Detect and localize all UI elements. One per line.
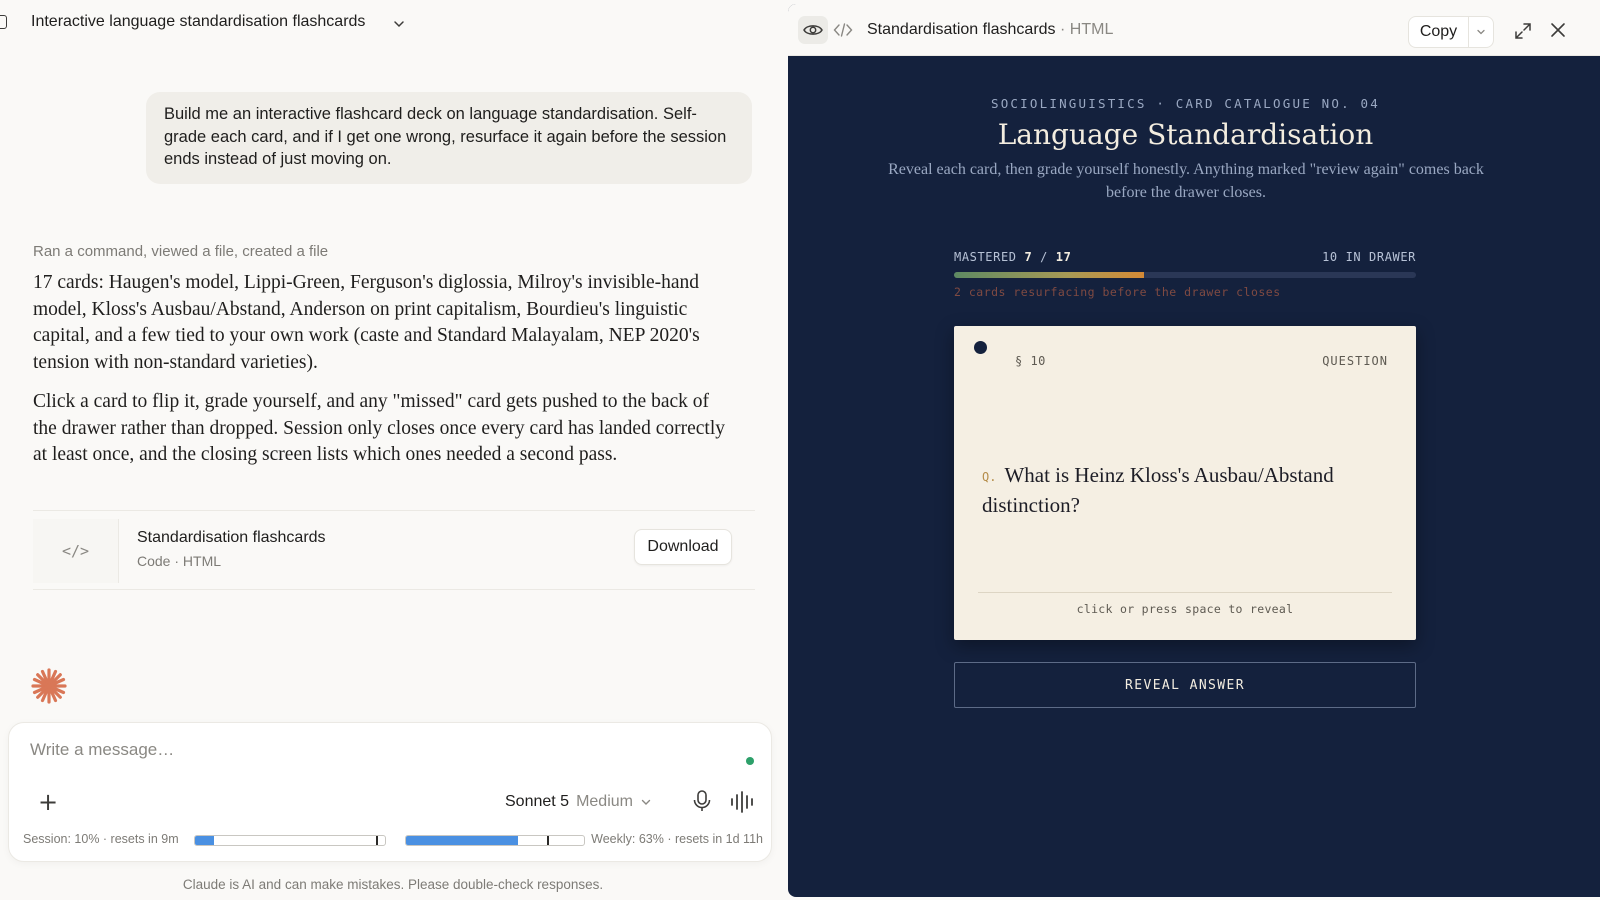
question-text: What is Heinz Kloss's Ausbau/Abstand dis… — [982, 463, 1334, 517]
card-section-number: § 10 — [1015, 354, 1046, 368]
total-cards: 17 — [1055, 250, 1072, 264]
deck-eyebrow: SOCIOLINGUISTICS · CARD CATALOGUE NO. 04 — [990, 96, 1381, 111]
resurfacing-note: 2 cards resurfacing before the drawer cl… — [954, 285, 1281, 299]
status-dot — [746, 757, 754, 765]
user-message: Build me an interactive flashcard deck o… — [146, 92, 752, 184]
assistant-message: 17 cards: Haugen's model, Lippi-Green, F… — [33, 270, 733, 481]
mastered-count: MASTERED 7 / 17 — [954, 250, 1071, 264]
copy-button[interactable]: Copy — [1408, 16, 1468, 48]
disclaimer: Claude is AI and can make mistakes. Plea… — [182, 877, 604, 892]
copy-options-button[interactable] — [1468, 16, 1494, 48]
chat-pane: Interactive language standardisation fla… — [0, 0, 786, 900]
message-input[interactable] — [30, 737, 710, 763]
assistant-paragraph: Click a card to flip it, grade yourself,… — [33, 390, 725, 466]
drawer-count: 10 IN DRAWER — [1322, 250, 1416, 264]
session-usage-bar — [194, 835, 386, 846]
artifact-panel-type: · HTML — [1060, 21, 1114, 38]
weekly-usage-label: Weekly: 63% · resets in 1d 11h — [591, 832, 763, 846]
artifact-toolbar: Standardisation flashcards · HTML Copy — [788, 4, 1600, 56]
activity-summary[interactable]: Ran a command, viewed a file, created a … — [33, 243, 328, 260]
session-reset-marker — [375, 836, 378, 845]
download-button[interactable]: Download — [634, 529, 732, 565]
flashcard[interactable]: § 10 QUESTION Q. What is Heinz Kloss's Au… — [954, 326, 1416, 640]
claude-logo-icon — [31, 668, 67, 704]
progress-fill — [954, 272, 1145, 278]
artifact-thumbnail[interactable]: </> — [33, 519, 119, 583]
card-question: Q. What is Heinz Kloss's Ausbau/Abstand d… — [982, 460, 1388, 520]
artifact-panel-name: Standardisation flashcards — [867, 21, 1056, 38]
progress-header: MASTERED 7 / 17 10 IN DRAWER — [954, 250, 1416, 266]
card-punch-hole — [974, 341, 987, 354]
model-name: Sonnet 5 — [505, 793, 570, 810]
conversation-title[interactable]: Interactive language standardisation fla… — [31, 13, 365, 31]
chevron-down-icon — [1477, 29, 1485, 35]
session-usage-fill — [195, 836, 214, 845]
session-usage-label: Session: 10% · resets in 9m — [23, 832, 179, 846]
card-side-label: QUESTION — [1322, 354, 1388, 368]
deck-title: Language Standardisation — [997, 118, 1374, 151]
eye-icon[interactable] — [798, 16, 828, 44]
composer: + Sonnet 5 Medium Session: 10% · resets … — [8, 722, 772, 862]
sidebar-toggle-icon[interactable] — [0, 15, 7, 29]
weekly-usage-fill — [406, 836, 519, 845]
chevron-down-icon[interactable] — [392, 17, 406, 31]
card-hint: click or press space to reveal — [1076, 602, 1294, 616]
expand-icon[interactable] — [1514, 22, 1532, 40]
weekly-reset-marker — [546, 836, 549, 845]
question-marker: Q. — [982, 470, 997, 484]
artifact-name[interactable]: Standardisation flashcards — [137, 529, 326, 547]
model-selector[interactable]: Sonnet 5 Medium — [505, 789, 652, 815]
artifact-pane: Standardisation flashcards · HTML Copy S… — [788, 4, 1600, 897]
flashcard-app: SOCIOLINGUISTICS · CARD CATALOGUE NO. 04… — [788, 56, 1600, 897]
microphone-icon[interactable] — [691, 789, 713, 813]
weekly-usage-bar — [405, 835, 585, 846]
code-icon[interactable] — [828, 16, 858, 44]
artifact-card[interactable]: </> Standardisation flashcards Code · HT… — [33, 510, 755, 590]
chat-header: Interactive language standardisation fla… — [0, 0, 786, 46]
deck-subtitle: Reveal each card, then grade yourself ho… — [888, 161, 1484, 201]
model-effort: Medium — [576, 793, 633, 810]
mastered-label: MASTERED — [954, 250, 1017, 264]
assistant-paragraph: 17 cards: Haugen's model, Lippi-Green, F… — [33, 272, 700, 374]
plus-icon[interactable]: + — [33, 787, 63, 817]
chevron-down-icon — [641, 799, 651, 805]
usage-row: Session: 10% · resets in 9m Weekly: 63% … — [23, 829, 763, 851]
progress-bar — [954, 272, 1416, 278]
artifact-panel-title: Standardisation flashcards · HTML — [867, 21, 1113, 39]
artifact-meta: Code · HTML — [137, 553, 222, 569]
view-toggle — [798, 14, 858, 46]
reveal-answer-button[interactable]: REVEAL ANSWER — [954, 662, 1416, 708]
card-divider — [978, 592, 1392, 593]
close-icon[interactable] — [1550, 22, 1566, 38]
mastered-separator: / — [1040, 250, 1048, 264]
voice-waveform-icon[interactable] — [729, 791, 755, 813]
code-icon: </> — [61, 542, 90, 560]
mastered-value: 7 — [1024, 250, 1033, 264]
